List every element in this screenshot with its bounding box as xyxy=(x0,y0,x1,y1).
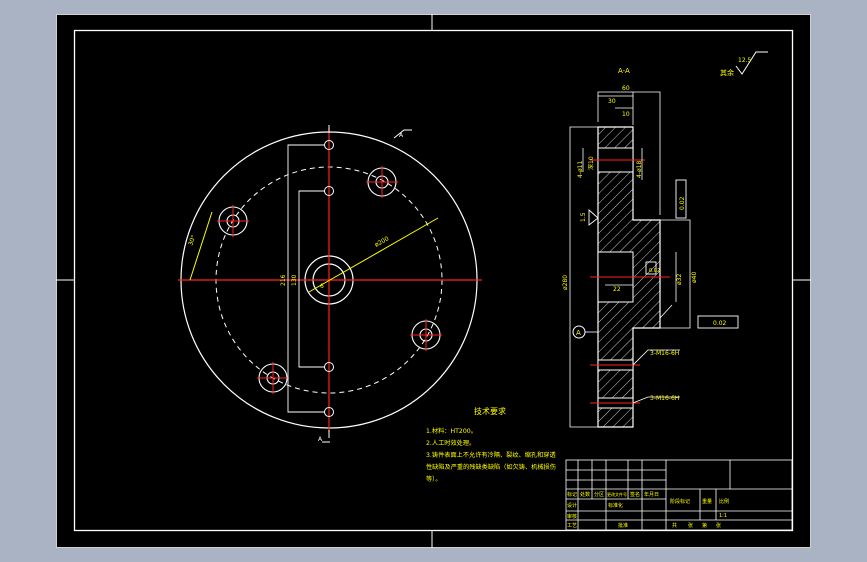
tb-label: 分区 xyxy=(594,491,604,498)
dim-hole1: 4-ø11 xyxy=(577,161,584,178)
dim-outer-dia: ø280 xyxy=(562,275,569,290)
tb-role: 审核 xyxy=(567,513,577,520)
tb-stage: 比例 xyxy=(719,498,729,505)
flat-tolerance: 0.02 xyxy=(649,268,660,274)
notes-title: 技术要求 xyxy=(474,406,506,416)
tb-role: 批准 xyxy=(618,522,628,529)
finish-label: 其余 xyxy=(720,68,734,77)
dim-bore-depth: 22 xyxy=(613,286,621,293)
tb-sheet: 第 xyxy=(702,522,707,529)
tb-label: 处数 xyxy=(580,491,590,498)
note-line: 2.人工时效处理。 xyxy=(426,439,475,447)
tb-scale: 1:1 xyxy=(719,513,727,519)
dim-inner-dia: ø40 xyxy=(691,272,698,283)
finish-value: 12.5 xyxy=(738,57,752,64)
tb-sheet: 张 xyxy=(716,522,721,529)
dim-130: 130 xyxy=(291,274,298,286)
datum-label: A xyxy=(576,329,581,337)
perp-tolerance: 0.02 xyxy=(679,196,686,210)
section-title: A-A xyxy=(618,67,630,75)
tb-label: 签名 xyxy=(630,491,640,498)
note-line: 等）。 xyxy=(426,475,441,483)
tb-role: 工艺 xyxy=(567,523,577,529)
thread-callout-2: 3-M16-6H xyxy=(650,395,679,402)
tb-label: 更改文件号 xyxy=(607,491,627,497)
dim-overall-width: 60 xyxy=(622,85,630,92)
tb-stage: 阶段标记 xyxy=(670,498,690,505)
dim-hole1-depth: 深10 xyxy=(587,156,595,170)
note-line: 性缺陷及严重的残缺类缺陷（如欠铸、机械损伤 xyxy=(426,463,556,471)
tb-label: 标记 xyxy=(567,491,577,498)
cad-drawing: ø200 216 130 30° 6 A A A-A 60 30 10 4-ø1… xyxy=(56,14,811,548)
note-line: 3.铸件表面上不允许有冷隔、裂纹、缩孔和穿透 xyxy=(426,451,556,459)
parallel-tolerance: 0.02 xyxy=(713,320,727,327)
tb-sheet: 张 xyxy=(688,522,693,529)
thread-callout-1: 3-M16-6H xyxy=(650,350,679,357)
tb-role: 设计 xyxy=(567,502,577,509)
dim-width2: 30 xyxy=(608,98,616,105)
hole-label: 6 xyxy=(320,283,324,290)
dim-bore: ø32 xyxy=(676,274,683,285)
dim-216: 216 xyxy=(280,274,287,286)
tb-role: 标准化 xyxy=(608,502,623,509)
tb-stage: 重量 xyxy=(702,498,712,505)
tb-label: 年月日 xyxy=(644,491,659,498)
dim-chamfer: 1.5 xyxy=(580,212,587,222)
note-line: 1.材料：HT200。 xyxy=(426,427,477,435)
tb-sheet: 共 xyxy=(672,522,677,529)
dim-width3: 10 xyxy=(622,111,630,118)
dim-hole2: 4-ø18 xyxy=(636,161,643,178)
